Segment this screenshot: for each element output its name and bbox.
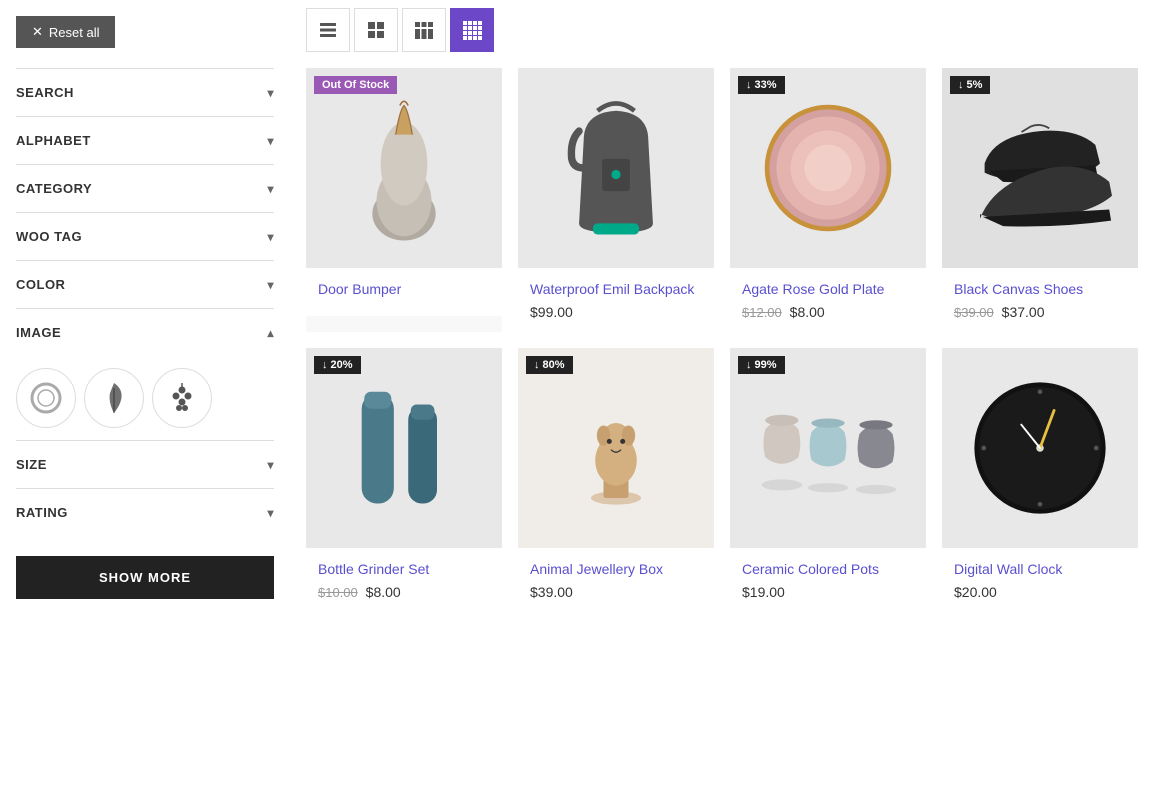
filter-search: SEARCH ▾ xyxy=(16,68,274,116)
reset-button[interactable]: ✕ Reset all xyxy=(16,16,115,48)
product-info: Waterproof Emil Backpack $99.00 xyxy=(518,268,714,332)
filter-alphabet: ALPHABET ▾ xyxy=(16,116,274,164)
filter-category-header[interactable]: CATEGORY ▾ xyxy=(16,165,274,212)
product-card: ↓ 33% Agate Rose Gold Plate $12.00 $8.00 xyxy=(730,68,926,332)
image-filter-options xyxy=(16,356,274,440)
filter-alphabet-header[interactable]: ALPHABET ▾ xyxy=(16,117,274,164)
product-price: $99.00 xyxy=(530,304,702,320)
sale-price: $8.00 xyxy=(366,584,401,600)
product-price: $39.00 $37.00 xyxy=(954,304,1126,320)
product-info: Bottle Grinder Set $10.00 $8.00 xyxy=(306,548,502,612)
filter-image: IMAGE ▴ xyxy=(16,308,274,440)
product-price: $39.00 xyxy=(530,584,702,600)
product-image: ↓ 20% xyxy=(306,348,502,548)
product-badge: ↓ 33% xyxy=(738,76,785,94)
chevron-up-icon: ▴ xyxy=(267,326,274,340)
sale-price: $37.00 xyxy=(1002,304,1045,320)
original-price: $10.00 xyxy=(318,585,358,600)
product-info: Door Bumper xyxy=(306,268,502,316)
product-info: Black Canvas Shoes $39.00 $37.00 xyxy=(942,268,1138,332)
reset-icon: ✕ xyxy=(32,24,43,40)
chevron-down-icon: ▾ xyxy=(267,134,274,148)
image-filter-feather[interactable] xyxy=(84,368,144,428)
product-name[interactable]: Waterproof Emil Backpack xyxy=(530,280,702,298)
filter-size: SIZE ▾ xyxy=(16,440,274,488)
product-name[interactable]: Agate Rose Gold Plate xyxy=(742,280,914,298)
product-card: ↓ 20% Bottle Grinder Set $10.00 $8.00 xyxy=(306,348,502,612)
product-image: ↓ 5% xyxy=(942,68,1138,268)
show-more-button[interactable]: SHOW MORE xyxy=(16,556,274,599)
product-badge: ↓ 80% xyxy=(526,356,573,374)
product-badge: ↓ 99% xyxy=(738,356,785,374)
product-badge: ↓ 5% xyxy=(950,76,990,94)
product-info: Digital Wall Clock $20.00 xyxy=(942,548,1138,612)
chevron-down-icon: ▾ xyxy=(267,230,274,244)
sidebar: ✕ Reset all SEARCH ▾ ALPHABET ▾ CATEGORY… xyxy=(0,0,290,808)
product-info: Animal Jewellery Box $39.00 xyxy=(518,548,714,612)
sale-price: $8.00 xyxy=(790,304,825,320)
product-price: $20.00 xyxy=(954,584,1126,600)
product-price: $19.00 xyxy=(742,584,914,600)
filter-image-header[interactable]: IMAGE ▴ xyxy=(16,309,274,356)
product-name[interactable]: Black Canvas Shoes xyxy=(954,280,1126,298)
view-toolbar xyxy=(306,0,1138,52)
product-price: $12.00 $8.00 xyxy=(742,304,914,320)
original-price: $39.00 xyxy=(954,305,994,320)
filter-size-header[interactable]: SIZE ▾ xyxy=(16,441,274,488)
product-card: Out Of Stock Door Bumper xyxy=(306,68,502,332)
filter-woo-tag-header[interactable]: WOO TAG ▾ xyxy=(16,213,274,260)
product-image xyxy=(518,68,714,268)
image-filter-grapes[interactable] xyxy=(152,368,212,428)
product-card: Waterproof Emil Backpack $99.00 xyxy=(518,68,714,332)
product-image: ↓ 99% xyxy=(730,348,926,548)
filter-search-header[interactable]: SEARCH ▾ xyxy=(16,69,274,116)
product-grid: Out Of Stock Door Bumper xyxy=(306,68,1138,612)
product-card: ↓ 5% Black Canvas Shoes $39.00 $37.00 xyxy=(942,68,1138,332)
filter-color: COLOR ▾ xyxy=(16,260,274,308)
grid2-view-button[interactable] xyxy=(354,8,398,52)
product-card: ↓ 99% Ceramic Colored Pots xyxy=(730,348,926,612)
product-name[interactable]: Door Bumper xyxy=(318,280,490,298)
grid3-view-button[interactable] xyxy=(402,8,446,52)
product-image: ↓ 33% xyxy=(730,68,926,268)
filter-woo-tag: WOO TAG ▾ xyxy=(16,212,274,260)
chevron-down-icon: ▾ xyxy=(267,506,274,520)
filter-rating: RATING ▾ xyxy=(16,488,274,536)
product-info: Ceramic Colored Pots $19.00 xyxy=(730,548,926,612)
product-name[interactable]: Animal Jewellery Box xyxy=(530,560,702,578)
product-image xyxy=(942,348,1138,548)
product-image: Out Of Stock xyxy=(306,68,502,268)
image-filter-ring[interactable] xyxy=(16,368,76,428)
filter-rating-header[interactable]: RATING ▾ xyxy=(16,489,274,536)
product-badge: ↓ 20% xyxy=(314,356,361,374)
grid4-view-button[interactable] xyxy=(450,8,494,52)
product-name[interactable]: Bottle Grinder Set xyxy=(318,560,490,578)
product-price: $10.00 $8.00 xyxy=(318,584,490,600)
product-card: ↓ 80% Animal Jewellery Box xyxy=(518,348,714,612)
product-info: Agate Rose Gold Plate $12.00 $8.00 xyxy=(730,268,926,332)
filter-category: CATEGORY ▾ xyxy=(16,164,274,212)
main-content: Out Of Stock Door Bumper xyxy=(290,0,1154,808)
product-name[interactable]: Ceramic Colored Pots xyxy=(742,560,914,578)
original-price: $12.00 xyxy=(742,305,782,320)
chevron-down-icon: ▾ xyxy=(267,278,274,292)
filter-color-header[interactable]: COLOR ▾ xyxy=(16,261,274,308)
chevron-down-icon: ▾ xyxy=(267,86,274,100)
list-view-button[interactable] xyxy=(306,8,350,52)
product-name[interactable]: Digital Wall Clock xyxy=(954,560,1126,578)
product-badge: Out Of Stock xyxy=(314,76,397,94)
product-card: Digital Wall Clock $20.00 xyxy=(942,348,1138,612)
chevron-down-icon: ▾ xyxy=(267,182,274,196)
chevron-down-icon: ▾ xyxy=(267,458,274,472)
product-image: ↓ 80% xyxy=(518,348,714,548)
